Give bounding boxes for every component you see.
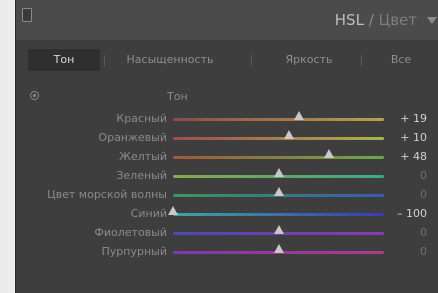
slider-row: Красный + 19 <box>16 110 438 128</box>
panel-toggle-icon[interactable] <box>22 8 32 22</box>
slider-thumb[interactable] <box>324 149 335 158</box>
tab-luminance[interactable]: Яркость <box>266 49 352 71</box>
slider-row: Фиолетовый 0 <box>16 224 438 242</box>
slider-row: Оранжевый + 10 <box>16 129 438 147</box>
slider-track[interactable] <box>173 118 384 121</box>
slider-row: Цвет морской волны 0 <box>16 186 438 204</box>
slider-track[interactable] <box>173 137 384 140</box>
slider-thumb[interactable] <box>293 111 304 120</box>
section-label: Тон <box>167 90 188 103</box>
target-adjust-icon[interactable] <box>30 91 39 100</box>
tab-divider <box>361 55 362 66</box>
slider-label: Фиолетовый <box>94 226 167 239</box>
slider-thumb[interactable] <box>273 168 284 177</box>
slider-thumb[interactable] <box>273 187 284 196</box>
slider-row: Пурпурный 0 <box>16 243 438 261</box>
title-separator: / <box>363 11 379 29</box>
slider-thumb[interactable] <box>168 206 178 215</box>
title-hsl[interactable]: HSL <box>335 11 364 29</box>
slider-value[interactable]: 0 <box>420 245 427 258</box>
tab-divider <box>251 55 252 66</box>
hsl-panel: HSL / Цвет Тон Насыщенность Яркость Все … <box>15 0 438 293</box>
slider-label: Красный <box>116 112 167 125</box>
slider-label: Зеленый <box>116 169 167 182</box>
slider-label: Синий <box>130 207 167 220</box>
slider-thumb[interactable] <box>273 244 284 253</box>
slider-thumb[interactable] <box>284 130 295 139</box>
tab-saturation[interactable]: Насыщенность <box>114 49 226 71</box>
slider-label: Желтый <box>119 150 167 163</box>
slider-value[interactable]: 0 <box>420 169 427 182</box>
slider-value[interactable]: 0 <box>420 188 427 201</box>
slider-value[interactable]: 0 <box>420 226 427 239</box>
tab-all[interactable]: Все <box>376 49 426 71</box>
slider-track[interactable] <box>173 156 384 159</box>
slider-value[interactable]: – 100 <box>397 207 427 220</box>
slider-value[interactable]: + 10 <box>400 131 427 144</box>
panel-header[interactable]: HSL / Цвет <box>16 0 438 40</box>
slider-thumb[interactable] <box>273 225 284 234</box>
slider-track[interactable] <box>173 213 384 216</box>
tab-hue[interactable]: Тон <box>28 49 100 71</box>
slider-row: Зеленый 0 <box>16 167 438 185</box>
title-color[interactable]: Цвет <box>379 11 417 29</box>
slider-row: Синий – 100 <box>16 205 438 223</box>
slider-row: Желтый + 48 <box>16 148 438 166</box>
panel-title[interactable]: HSL / Цвет <box>335 11 417 29</box>
slider-label: Пурпурный <box>101 245 167 258</box>
tab-divider <box>104 55 105 66</box>
slider-value[interactable]: + 19 <box>400 112 427 125</box>
slider-label: Цвет морской волны <box>47 188 167 201</box>
tab-bar: Тон Насыщенность Яркость Все <box>16 46 438 72</box>
slider-value[interactable]: + 48 <box>400 150 427 163</box>
slider-label: Оранжевый <box>98 131 167 144</box>
collapse-triangle-icon[interactable] <box>427 17 437 24</box>
